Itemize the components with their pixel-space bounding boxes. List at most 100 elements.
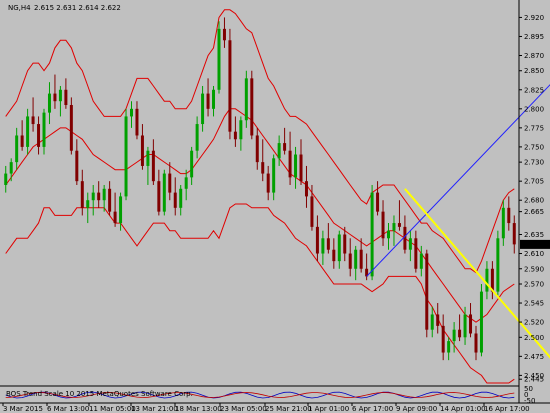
price-tick-label: 2.800 [524,105,544,113]
candle-body [370,192,374,277]
candle-body [9,162,13,174]
candle-body [392,223,396,231]
price-tick-label: 2.870 [524,52,544,60]
price-chart[interactable]: 2.920 2.895 2.870 2.850 2.825 2.800 2.775 2.750… [0,0,550,413]
candle [496,230,500,296]
chart-window[interactable]: 2.920 2.895 2.870 2.850 2.825 2.800 2.775 2.750… [0,0,550,413]
candle-body [206,93,210,109]
price-tick-label: 2.445 [524,376,544,384]
candle-body [507,207,511,224]
candle-body [452,329,456,342]
candle-body [80,181,84,208]
candle [370,184,374,281]
candle-body [201,93,205,125]
candle-body [102,188,106,201]
candle-body [86,200,90,208]
time-tick-label: 11 Mar 05:00 [89,405,136,413]
candle-body [69,105,73,151]
candle-body [64,89,68,106]
time-tick-label: 13 Mar 21:00 [131,405,178,413]
candle-body [239,120,243,140]
price-tick-label: 2.680 [524,197,544,205]
current-price-label: 2.622 [524,241,544,249]
candle-body [91,192,95,201]
candle-body [436,314,440,326]
candle-body [97,192,101,201]
time-tick-label: 18 Mar 13:00 [175,405,222,413]
candle-body [228,40,232,132]
candle [250,70,254,140]
candle-body [31,116,35,125]
indicator-caption: BOS Trend Scale 10 2015 MetaQuotes Softw… [6,390,193,398]
price-tick-label: 2.610 [524,250,544,258]
candle-body [304,181,308,197]
candle-body [321,238,325,254]
candle-body [233,131,237,140]
candle-body [315,226,319,254]
candle-body [244,78,248,121]
candle-body [403,226,407,250]
price-tick-label: 2.850 [524,67,544,75]
candle-body [108,188,112,212]
candle-body [173,192,177,208]
candle-body [26,116,30,147]
candle-body [217,28,221,90]
time-tick-label: 14 Apr 01:00 [440,405,486,413]
candle-body [135,108,139,136]
symbol-label: NG,H4 [8,4,31,12]
candle-body [359,249,363,269]
price-tick-label: 2.500 [524,334,544,342]
candle-body [179,188,183,208]
candle-body [140,135,144,166]
candle-body [441,325,445,353]
price-tick-label: 2.920 [524,14,544,22]
candle-body [332,249,336,262]
price-tick-label: 2.825 [524,86,544,94]
candle [228,28,232,140]
price-tick-label: 2.665 [524,208,544,216]
candle-body [430,314,434,330]
price-tick-label: 2.570 [524,280,544,288]
candle-body [419,253,423,269]
time-tick-label: 16 Apr 17:00 [484,405,530,413]
candle-body [37,124,41,147]
candle-body [162,173,166,212]
candle-body [376,192,380,212]
candle-body [485,268,489,292]
candle-body [447,341,451,353]
candle-body [250,78,254,136]
candle-body [151,150,155,182]
price-tick-label: 2.520 [524,319,544,327]
candle-body [408,238,412,250]
candle-body [4,173,8,185]
candle-body [272,158,276,193]
price-tick-label: 2.895 [524,33,544,41]
time-axis: 3 Mar 2015 6 Mar 13:00 11 Mar 05:0013 Mar … [2,403,530,413]
price-tick-label: 2.730 [524,159,544,167]
price-tick-label: 2.750 [524,143,544,151]
candle-body [348,253,352,269]
candle-body [288,150,292,178]
candle-body [469,314,473,334]
candle-body [168,173,172,193]
candle-body [354,249,358,269]
candle-body [326,238,330,250]
candle-body [294,154,298,178]
candle-body [42,112,46,147]
indicator-tick-label: -50 [524,397,535,405]
candle [425,249,429,338]
candle-body [130,108,133,117]
price-tick-label: 2.590 [524,265,544,273]
candle-body [222,28,226,41]
time-tick-label: 6 Apr 17:00 [352,405,393,413]
candle-body [255,135,259,163]
ohlc-values: 2.615 2.631 2.614 2.622 [34,4,121,12]
candle-body [512,223,516,245]
time-tick-label: 1 Apr 01:00 [308,405,349,413]
time-tick-label: 25 Mar 21:00 [265,405,312,413]
candle-body [397,223,401,227]
price-tick-label: 2.545 [524,300,544,308]
time-tick-label: 3 Mar 2015 [3,405,43,413]
time-tick-label: 23 Mar 05:00 [220,405,267,413]
candle-body [184,177,188,189]
